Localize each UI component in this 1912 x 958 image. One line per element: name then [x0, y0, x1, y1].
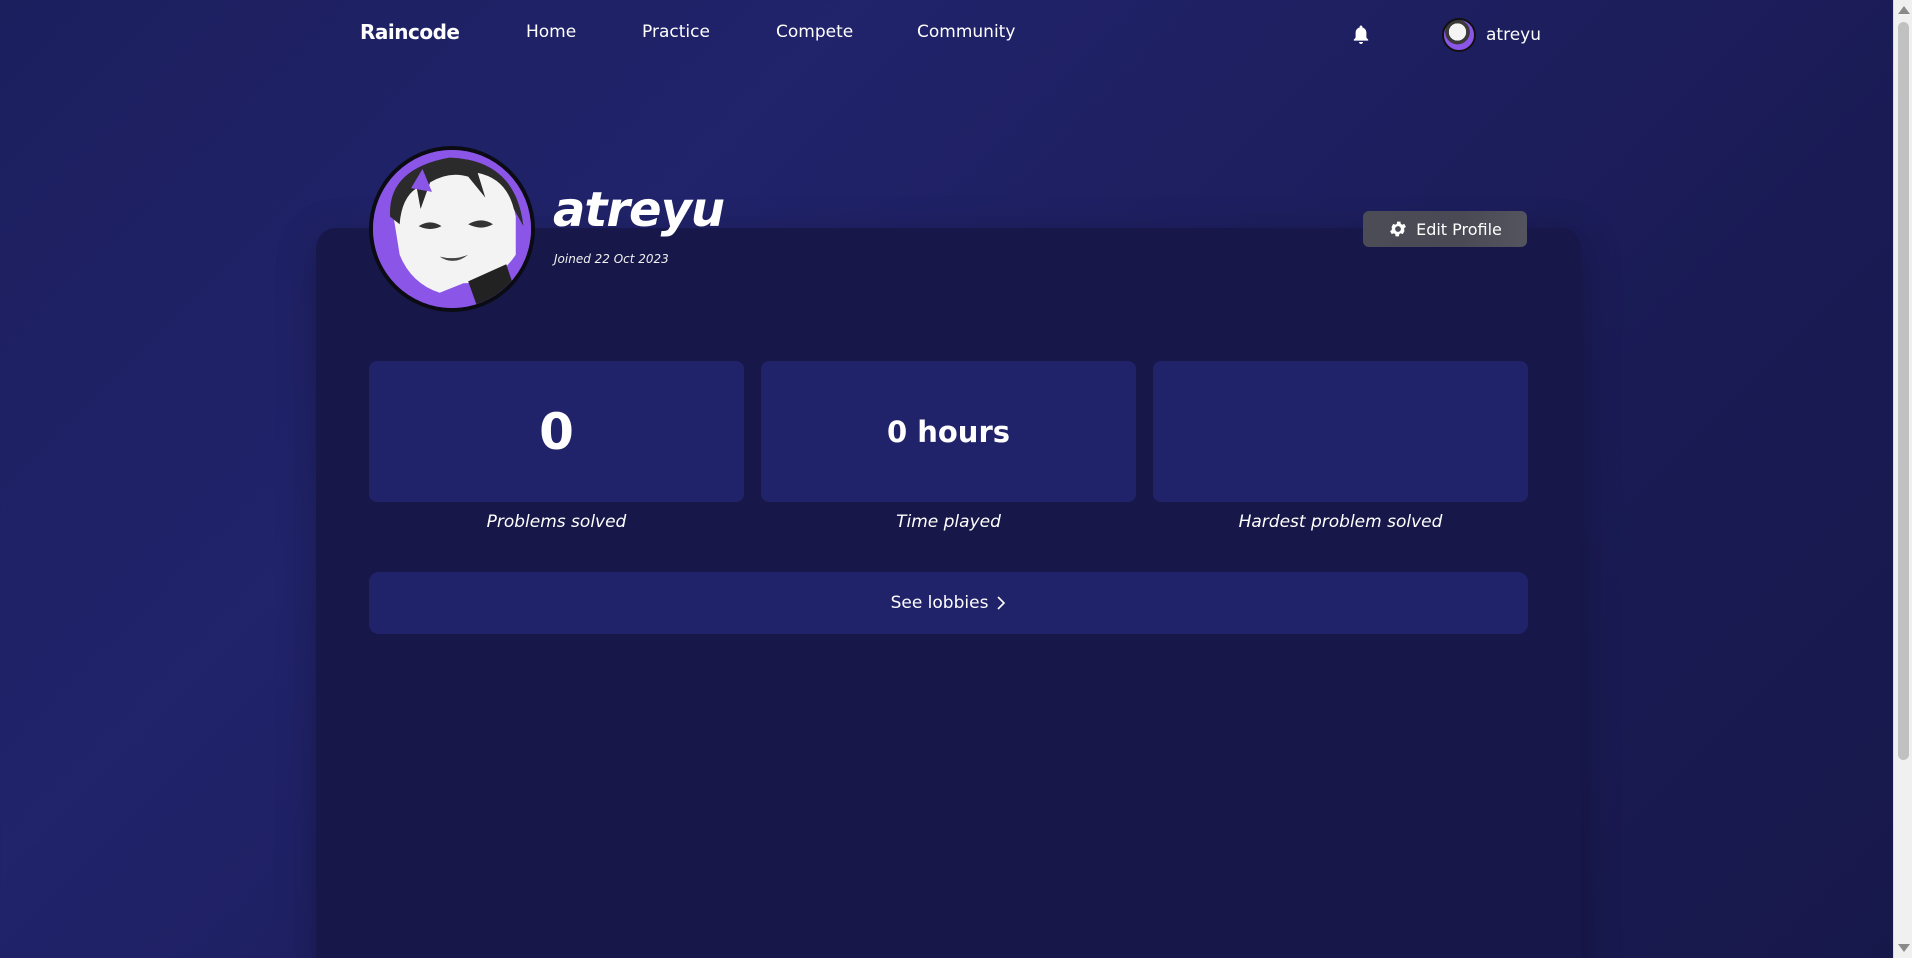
avatar: [1442, 18, 1476, 52]
stat-hardest-problem: [1153, 361, 1528, 502]
nav-link-practice[interactable]: Practice: [642, 22, 710, 42]
bell-icon[interactable]: [1352, 24, 1370, 46]
edit-profile-label: Edit Profile: [1416, 219, 1502, 239]
page-scrollbar[interactable]: [1893, 0, 1912, 958]
scroll-up-arrow-icon[interactable]: [1898, 6, 1910, 14]
stat-problems-solved: 0: [369, 361, 744, 502]
joined-date: Joined 22 Oct 2023: [554, 252, 669, 266]
brand-logo[interactable]: Raincode: [360, 20, 460, 44]
profile-username: atreyu: [553, 182, 725, 238]
scroll-down-arrow-icon[interactable]: [1898, 944, 1910, 952]
stat-label: Time played: [896, 512, 1001, 532]
nav-link-home[interactable]: Home: [526, 22, 576, 42]
top-nav: Raincode Home Practice Compete Community…: [0, 0, 1893, 70]
stat-value: 0: [539, 402, 574, 461]
profile-avatar: [369, 146, 535, 312]
see-lobbies-label: See lobbies: [890, 593, 989, 613]
chevron-right-icon: [997, 596, 1006, 610]
gear-icon: [1390, 221, 1406, 237]
edit-profile-button[interactable]: Edit Profile: [1363, 211, 1527, 247]
stat-value: 0 hours: [886, 414, 1011, 449]
nav-link-compete[interactable]: Compete: [776, 22, 853, 42]
scroll-thumb[interactable]: [1898, 22, 1909, 760]
nav-link-community[interactable]: Community: [917, 22, 1015, 42]
see-lobbies-button[interactable]: See lobbies: [369, 572, 1528, 634]
nav-username: atreyu: [1486, 25, 1541, 45]
stat-time-played: 0 hours: [761, 361, 1136, 502]
stat-label: Problems solved: [486, 512, 627, 532]
user-menu[interactable]: atreyu: [1442, 17, 1541, 53]
stat-label: Hardest problem solved: [1238, 512, 1443, 532]
